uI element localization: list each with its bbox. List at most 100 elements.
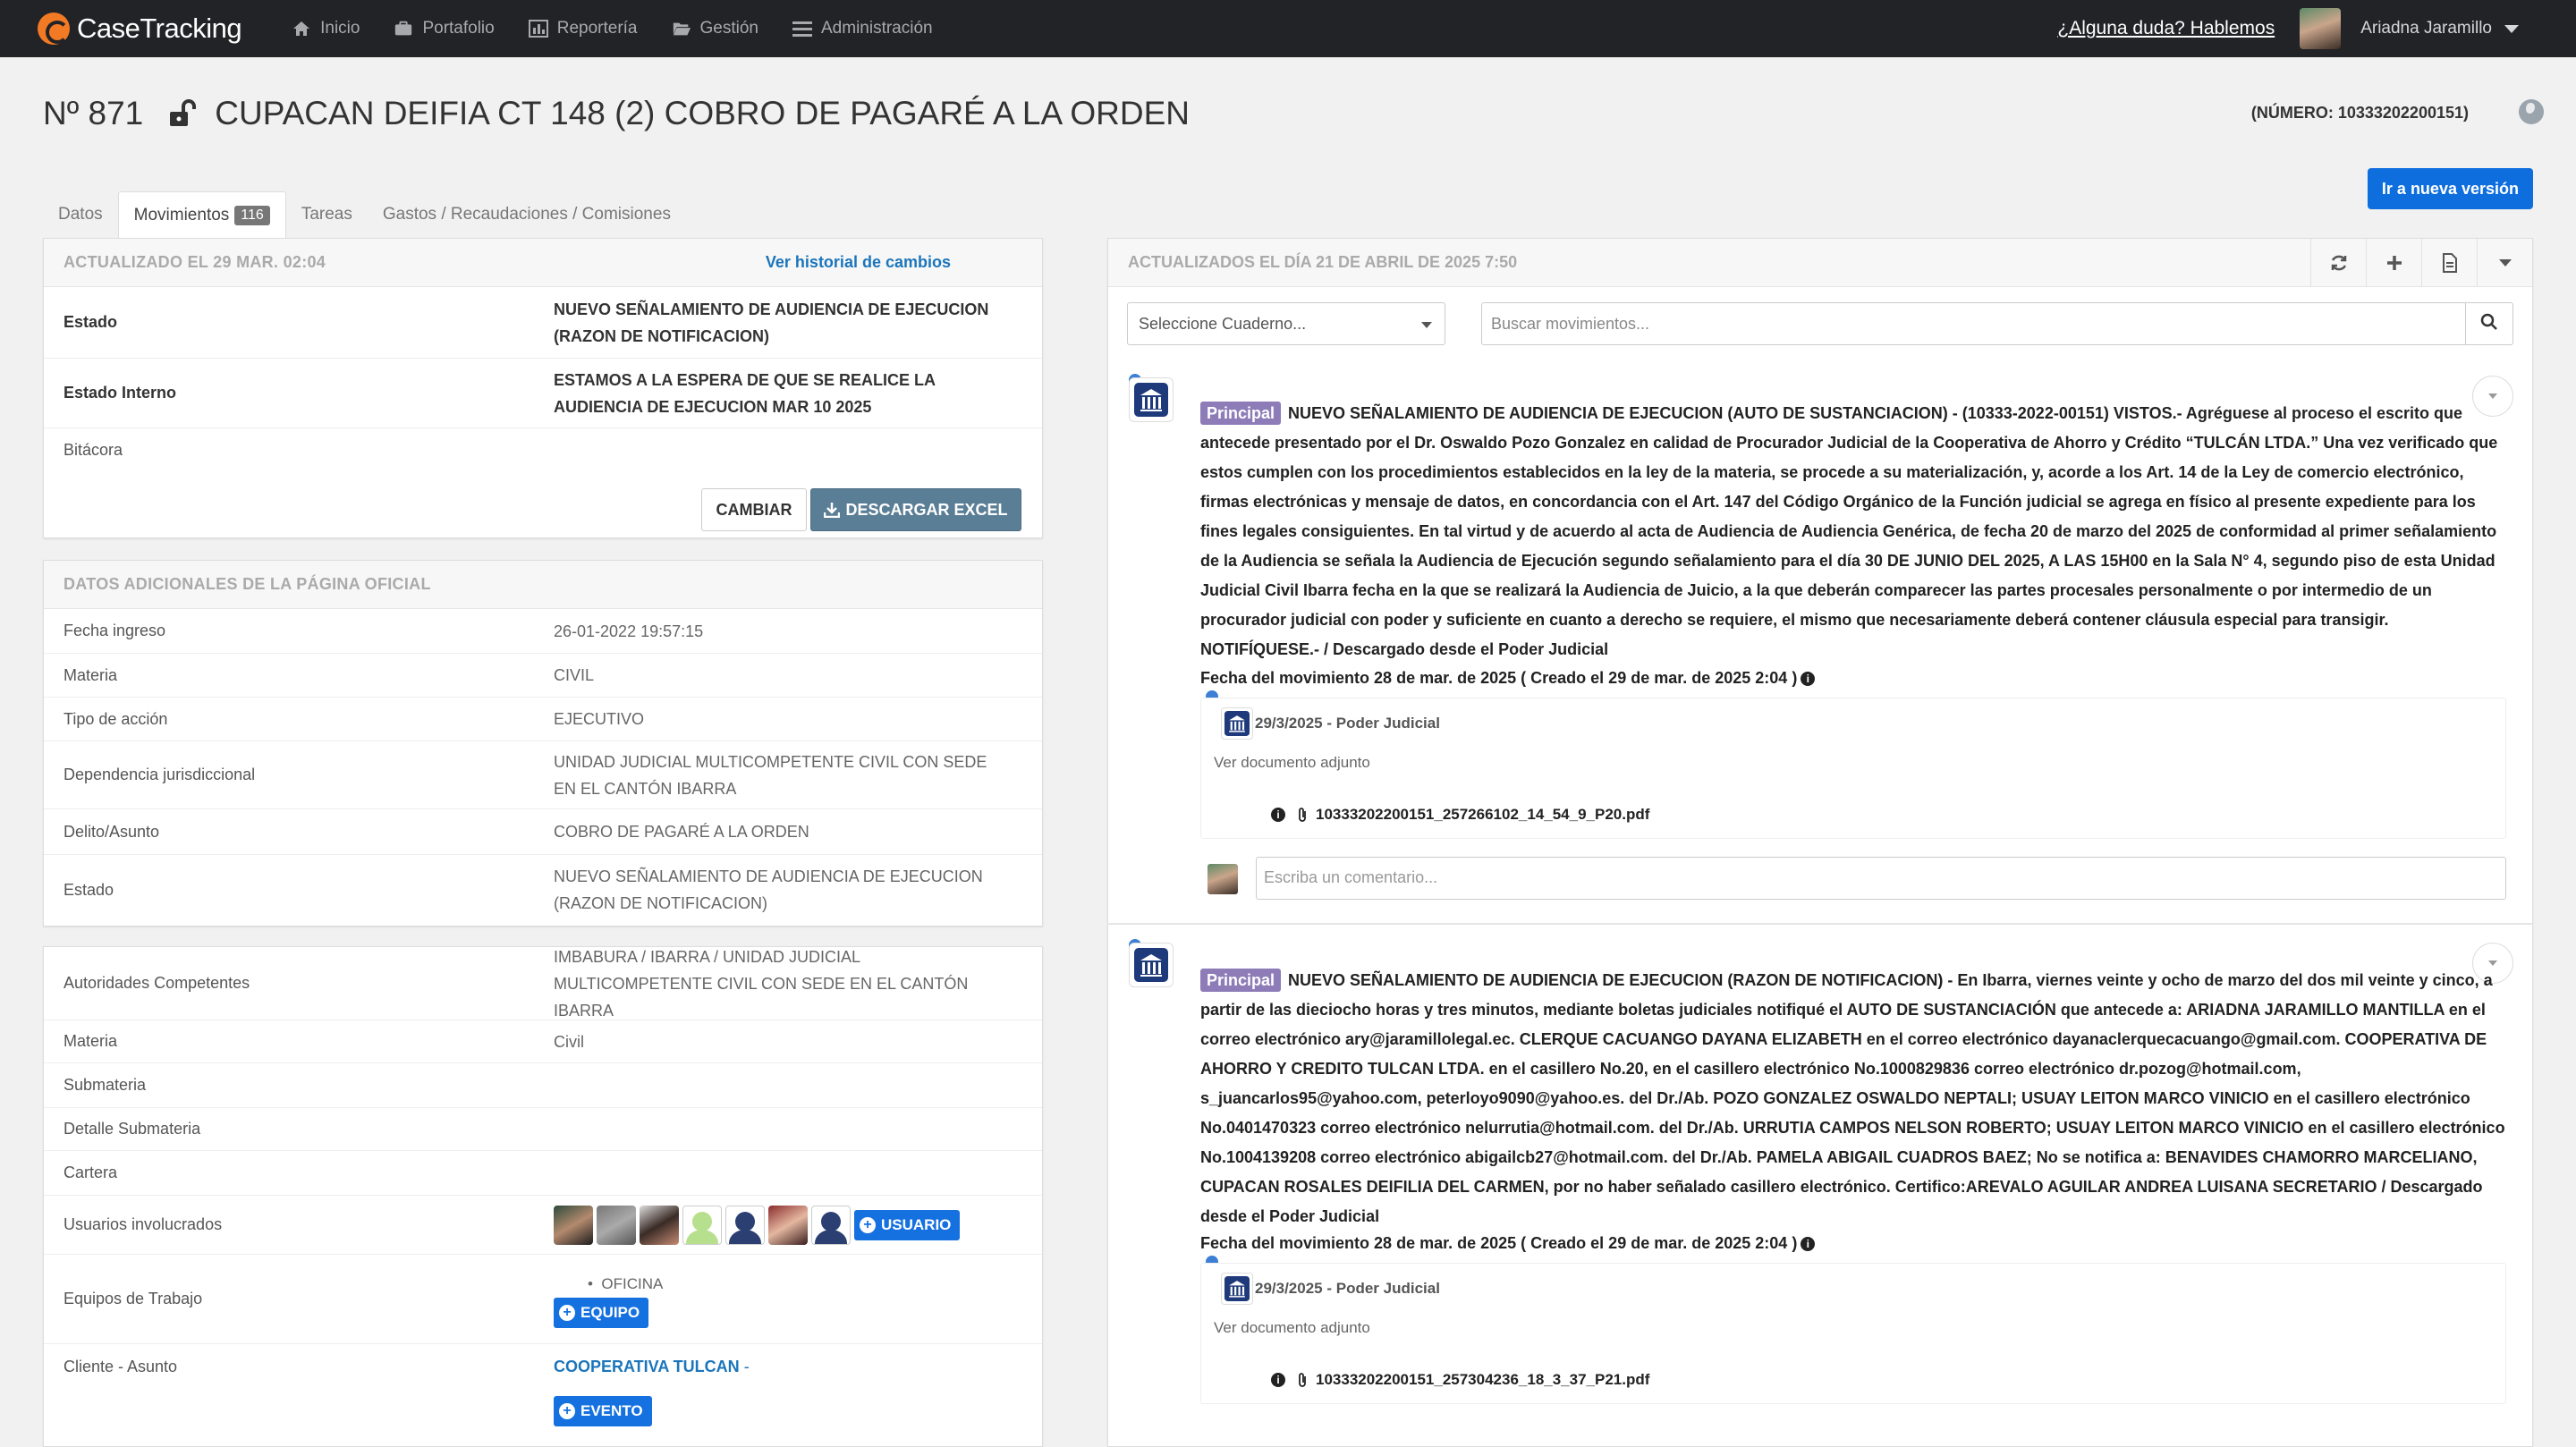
client-link[interactable]: COOPERATIVA TULCAN — [554, 1358, 740, 1375]
row-key: Detalle Submateria — [64, 1120, 201, 1138]
view-attachment-link[interactable]: Ver documento adjunto — [1214, 1319, 1370, 1337]
row-key: Fecha ingreso — [64, 622, 166, 639]
nav-label: Inicio — [320, 19, 360, 38]
data-row: Autoridades Competentes IMBABURA / IBARRA… — [44, 947, 1042, 1020]
tab-tareas[interactable]: Tareas — [286, 191, 368, 238]
row-key: Bitácora — [64, 440, 123, 459]
nav-label: Gestión — [699, 19, 758, 38]
avatar[interactable] — [2300, 8, 2342, 49]
case-info-panel: Autoridades Competentes IMBABURA / IBARRA… — [43, 946, 1043, 1447]
status-row: Estado NUEVO SEÑALAMIENTO DE AUDIENCIA D… — [44, 287, 1042, 359]
data-row: Materia Civil — [44, 1020, 1042, 1063]
unlock-icon[interactable] — [168, 99, 199, 128]
panel-title: DATOS ADICIONALES DE LA PÁGINA OFICIAL — [64, 575, 431, 593]
file-name: 10333202200151_257266102_14_54_9_P20.pdf — [1316, 806, 1650, 823]
row-key: Estado — [64, 313, 118, 331]
notebook-select[interactable]: Seleccione Cuaderno... — [1127, 302, 1445, 345]
nav-administracion[interactable]: Administración — [792, 19, 933, 38]
official-data-panel: DATOS ADICIONALES DE LA PÁGINA OFICIAL F… — [43, 560, 1043, 927]
info-icon[interactable]: i — [1801, 672, 1816, 687]
avatar[interactable] — [768, 1205, 808, 1245]
case-number: (NÚMERO: 10333202200151) — [2250, 104, 2469, 122]
data-row: Dependencia jurisdiccional UNIDAD JUDICIA… — [44, 741, 1042, 809]
nav-gestion[interactable]: Gestión — [672, 19, 758, 38]
row-key: Delito/Asunto — [64, 822, 160, 841]
tab-datos[interactable]: Datos — [43, 191, 118, 238]
principal-label: Principal — [1200, 402, 1282, 425]
plus-icon[interactable] — [2366, 238, 2421, 287]
info-icon[interactable]: i — [1271, 1373, 1285, 1387]
divider — [1107, 923, 2533, 925]
avatar[interactable] — [682, 1205, 722, 1245]
row-value: CIVIL — [554, 666, 595, 684]
add-user-button[interactable]: + USUARIO — [854, 1209, 961, 1240]
document-icon[interactable] — [2421, 238, 2477, 287]
chevron-down-icon[interactable] — [2477, 238, 2532, 287]
add-team-button[interactable]: + EQUIPO — [554, 1297, 649, 1328]
attachment-file[interactable]: i 10333202200151_257304236_18_3_37_P21.pd… — [1271, 1371, 1649, 1389]
avatar[interactable] — [725, 1205, 765, 1245]
row-key: Dependencia jurisdiccional — [64, 766, 256, 783]
chevron-down-icon[interactable] — [2504, 24, 2519, 33]
tab-movimientos[interactable]: Movimientos 116 — [117, 191, 286, 238]
internal-status-row: Estado Interno ESTAMOS A LA ESPERA DE QU… — [44, 359, 1042, 428]
plus-icon: + — [559, 1403, 575, 1419]
comment-input[interactable]: Escriba un comentario... — [1256, 857, 2506, 900]
info-icon[interactable]: i — [1801, 1237, 1816, 1252]
tab-gastos[interactable]: Gastos / Recaudaciones / Comisiones — [368, 191, 686, 238]
data-row: Delito/Asunto COBRO DE PAGARÉ A LA ORDEN — [44, 809, 1042, 855]
movement-title: NUEVO SEÑALAMIENTO DE AUDIENCIA DE EJECU… — [1288, 971, 1944, 989]
main-nav: Inicio Portafolio Reportería Gestión Adm… — [292, 19, 967, 38]
row-value: NUEVO SEÑALAMIENTO DE AUDIENCIA DE EJECU… — [554, 867, 983, 912]
date-text: Fecha del movimiento 28 de mar. de 2025 … — [1200, 669, 1798, 687]
button-label: USUARIO — [881, 1215, 952, 1233]
movement-title: NUEVO SEÑALAMIENTO DE AUDIENCIA DE EJECU… — [1288, 404, 2109, 422]
globe-icon[interactable] — [2519, 99, 2544, 124]
tab-label: Tareas — [301, 205, 352, 224]
movement-date: Fecha del movimiento 28 de mar. de 2025 … — [1200, 1234, 1816, 1253]
refresh-icon[interactable] — [2310, 238, 2366, 287]
nav-portafolio[interactable]: Portafolio — [394, 19, 495, 38]
data-row: Estado NUEVO SEÑALAMIENTO DE AUDIENCIA DE… — [44, 855, 1042, 925]
movements-toolbar — [2310, 238, 2532, 287]
brand-icon — [38, 13, 70, 45]
search-button[interactable] — [2465, 302, 2513, 345]
user-avatars: + USUARIO — [554, 1205, 1022, 1245]
top-navbar: CaseTracking Inicio Portafolio Reporterí… — [0, 0, 2576, 57]
row-value: UNIDAD JUDICIAL MULTICOMPETENTE CIVIL CO… — [554, 752, 987, 798]
status-panel-header: ACTUALIZADO EL 29 MAR. 02:04 Ver histori… — [44, 239, 1042, 287]
team-item: • OFICINA — [588, 1274, 664, 1292]
brand-name: CaseTracking — [77, 13, 242, 44]
info-icon[interactable]: i — [1271, 808, 1285, 822]
change-button[interactable]: CAMBIAR — [701, 488, 807, 531]
user-name[interactable]: Ariadna Jaramillo — [2360, 19, 2492, 38]
row-key: Cliente - Asunto — [64, 1357, 178, 1375]
team-name: OFICINA — [601, 1274, 664, 1292]
movement-date: Fecha del movimiento 28 de mar. de 2025 … — [1200, 669, 1816, 688]
add-event-button[interactable]: + EVENTO — [554, 1396, 652, 1426]
download-excel-button[interactable]: DESCARGAR EXCEL — [810, 488, 1021, 531]
bar-chart-icon — [528, 20, 548, 38]
briefcase-icon — [394, 20, 413, 38]
new-version-button[interactable]: Ir a nueva versión — [2367, 168, 2533, 209]
avatar[interactable] — [811, 1205, 851, 1245]
attachment-file[interactable]: i 10333202200151_257266102_14_54_9_P20.pd… — [1271, 806, 1649, 824]
nav-right: ¿Alguna duda? Hablemos Ariadna Jaramillo — [2057, 8, 2519, 49]
history-link[interactable]: Ver historial de cambios — [766, 253, 951, 272]
brand-logo[interactable]: CaseTracking — [38, 0, 242, 57]
avatar[interactable] — [597, 1205, 636, 1245]
view-attachment-link[interactable]: Ver documento adjunto — [1214, 754, 1370, 772]
principal-label: Principal — [1200, 969, 1282, 992]
help-link[interactable]: ¿Alguna duda? Hablemos — [2057, 18, 2275, 39]
movement-body: - En Ibarra, viernes veinte y ocho de ma… — [1200, 971, 2505, 1225]
avatar[interactable] — [554, 1205, 593, 1245]
nav-reporteria[interactable]: Reportería — [528, 19, 638, 38]
attachment-card: 29/3/2025 - Poder Judicial Ver documento… — [1200, 698, 2506, 839]
avatar[interactable] — [640, 1205, 679, 1245]
movement-body: VISTOS.- Agréguese al proceso el escrito… — [1200, 404, 2498, 658]
separator: - — [743, 1358, 750, 1375]
search-input[interactable]: Buscar movimientos... — [1481, 302, 2467, 345]
nav-inicio[interactable]: Inicio — [292, 19, 360, 38]
button-label: DESCARGAR EXCEL — [845, 500, 1008, 519]
updated-text: ACTUALIZADO EL 29 MAR. 02:04 — [64, 253, 326, 271]
